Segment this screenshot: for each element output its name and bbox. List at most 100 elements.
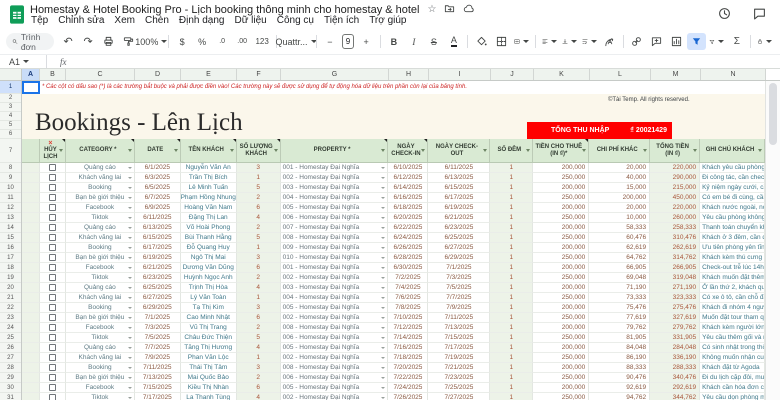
cell-other[interactable]: 86,190 <box>589 353 651 363</box>
cell-nights[interactable]: 1 <box>490 323 534 333</box>
cell-property[interactable]: 005 - Homestay Đại Nghĩa <box>280 203 389 213</box>
cell-other[interactable]: 200,000 <box>589 193 651 203</box>
cell-name[interactable]: Đỗ Quang Huy <box>180 243 237 253</box>
increase-decimal-button[interactable]: .00 <box>233 33 252 50</box>
cancel-checkbox[interactable] <box>48 254 56 261</box>
filter-funnel-icon[interactable] <box>643 148 648 152</box>
row-number[interactable]: 20 <box>0 283 21 293</box>
column-header-M[interactable]: M <box>651 69 701 80</box>
dropdown-arrow-icon[interactable] <box>381 396 386 399</box>
row-number[interactable]: 19 <box>0 273 21 283</box>
cell-category[interactable]: Facebook <box>65 323 135 333</box>
merge-cells-button[interactable] <box>512 33 531 50</box>
cell-date[interactable]: 7/5/2025 <box>134 333 181 343</box>
cell-date[interactable]: 6/25/2025 <box>134 283 181 293</box>
cell-nights[interactable]: 1 <box>490 393 534 400</box>
row-number[interactable]: 12 <box>0 203 21 213</box>
cell-name[interactable]: Trịnh Thị Hòa <box>180 283 237 293</box>
cell-cancel-checkbox[interactable] <box>39 243 66 253</box>
dropdown-arrow-icon[interactable] <box>381 166 386 169</box>
cell-nights[interactable]: 1 <box>490 303 534 313</box>
filter-funnel-icon[interactable] <box>229 148 234 152</box>
cell-property[interactable]: 002 - Homestay Đại Nghĩa <box>280 313 389 323</box>
cell-date[interactable]: 6/11/2025 <box>134 213 181 223</box>
header-huy-lich[interactable]: × HỦY LỊCH <box>40 139 66 162</box>
format-percent-button[interactable]: % <box>193 33 212 50</box>
column-header-K[interactable]: K <box>534 69 590 80</box>
cell-rent[interactable]: 250,000 <box>533 233 590 243</box>
filter-funnel-icon[interactable] <box>758 148 762 152</box>
cell-date[interactable]: 7/11/2025 <box>134 363 181 373</box>
dropdown-arrow-icon[interactable] <box>381 246 386 249</box>
cell-rent[interactable]: 200,000 <box>533 303 590 313</box>
cell-checkout[interactable]: 7/25/2025 <box>428 383 491 393</box>
cell-rent[interactable]: 250,000 <box>533 333 590 343</box>
dropdown-arrow-icon[interactable] <box>381 316 386 319</box>
cell-date[interactable]: 6/17/2025 <box>134 243 181 253</box>
cell-other[interactable]: 58,333 <box>589 223 651 233</box>
column-header-G[interactable]: G <box>281 69 389 80</box>
dropdown-arrow-icon[interactable] <box>381 386 386 389</box>
filter-funnel-icon[interactable] <box>381 148 386 152</box>
menu-du-lieu[interactable]: Dữ liệu <box>229 15 271 26</box>
cell-total[interactable]: 260,000 <box>650 213 701 223</box>
cell-name[interactable]: Tăng Thị Hương <box>180 343 237 353</box>
menu-cong-cu[interactable]: Công cụ <box>272 15 319 26</box>
cell-cancel-checkbox[interactable] <box>39 263 66 273</box>
vertical-align-button[interactable] <box>560 33 579 50</box>
cell-guests[interactable]: 2 <box>236 323 281 333</box>
cell-name[interactable]: Châu Đức Thiện <box>180 333 237 343</box>
cell-guests[interactable]: 4 <box>236 213 281 223</box>
cell-rent[interactable]: 200,000 <box>533 283 590 293</box>
cell-nights[interactable]: 1 <box>490 373 534 383</box>
cell-cancel-checkbox[interactable] <box>39 163 66 173</box>
cell-rent[interactable]: 250,000 <box>533 293 590 303</box>
cell-guests[interactable]: 3 <box>236 253 281 263</box>
cell-other[interactable]: 73,333 <box>589 293 651 303</box>
cell-total[interactable]: 319,048 <box>650 273 701 283</box>
cell-name[interactable]: Mai Quốc Bảo <box>180 373 237 383</box>
print-button[interactable] <box>99 33 118 50</box>
cell-note[interactable]: Khách yêu cầu phòng tầng cao, view <box>700 163 766 173</box>
cell-guests[interactable]: 6 <box>236 383 281 393</box>
cell-category[interactable]: Bạn bè giới thiệu <box>65 373 135 383</box>
cell-property[interactable]: 009 - Homestay Đại Nghĩa <box>280 243 389 253</box>
dropdown-arrow-icon[interactable] <box>127 256 132 259</box>
filter-funnel-icon[interactable] <box>693 148 698 152</box>
cell-checkin[interactable]: 7/10/2025 <box>388 313 429 323</box>
cell-rent[interactable]: 250,000 <box>533 193 590 203</box>
cell-checkin[interactable]: 7/18/2025 <box>388 353 429 363</box>
row-number[interactable]: 31 <box>0 393 21 400</box>
cell-date[interactable]: 6/19/2025 <box>134 253 181 263</box>
cell-cancel-checkbox[interactable] <box>39 383 66 393</box>
cell-checkin[interactable]: 6/18/2025 <box>388 203 429 213</box>
cell-property[interactable]: 002 - Homestay Đại Nghĩa <box>280 353 389 363</box>
cell-checkout[interactable]: 6/25/2025 <box>428 233 491 243</box>
cancel-checkbox[interactable] <box>48 174 56 181</box>
cell-guests[interactable]: 1 <box>236 173 281 183</box>
cell-guests[interactable]: 6 <box>236 263 281 273</box>
row-number[interactable]: 15 <box>0 233 21 243</box>
cell-category[interactable]: Tiktok <box>66 393 135 400</box>
bold-button[interactable]: B <box>384 33 403 50</box>
dropdown-arrow-icon[interactable] <box>127 366 132 369</box>
cell-category[interactable]: Booking <box>65 243 135 253</box>
cell-category[interactable]: Quảng cáo <box>65 223 135 233</box>
row-number[interactable]: 23 <box>0 313 21 323</box>
row-number[interactable]: 13 <box>0 213 21 223</box>
functions-button[interactable]: Σ <box>727 33 746 50</box>
cell-other[interactable]: 15,000 <box>589 183 651 193</box>
cell-other[interactable]: 60,476 <box>589 233 651 243</box>
cell-checkin[interactable]: 6/22/2025 <box>388 223 429 233</box>
more-formats-button[interactable]: 123 <box>253 33 272 50</box>
cell-note[interactable]: Thanh toán chuyển khoản trước <box>700 223 766 233</box>
cell-category[interactable]: Khách vãng lai <box>65 173 135 183</box>
dropdown-arrow-icon[interactable] <box>127 376 132 379</box>
cell-name[interactable]: Phạm Hồng Nhung <box>180 193 237 203</box>
row-number[interactable]: 6 <box>0 130 21 139</box>
cell-name[interactable]: La Thanh Tùng <box>181 393 237 400</box>
cell-property[interactable]: 001 - Homestay Đại Nghĩa <box>280 263 389 273</box>
dropdown-arrow-icon[interactable] <box>381 376 386 379</box>
scrollbar-thumb[interactable] <box>769 83 778 145</box>
dropdown-arrow-icon[interactable] <box>127 326 132 329</box>
